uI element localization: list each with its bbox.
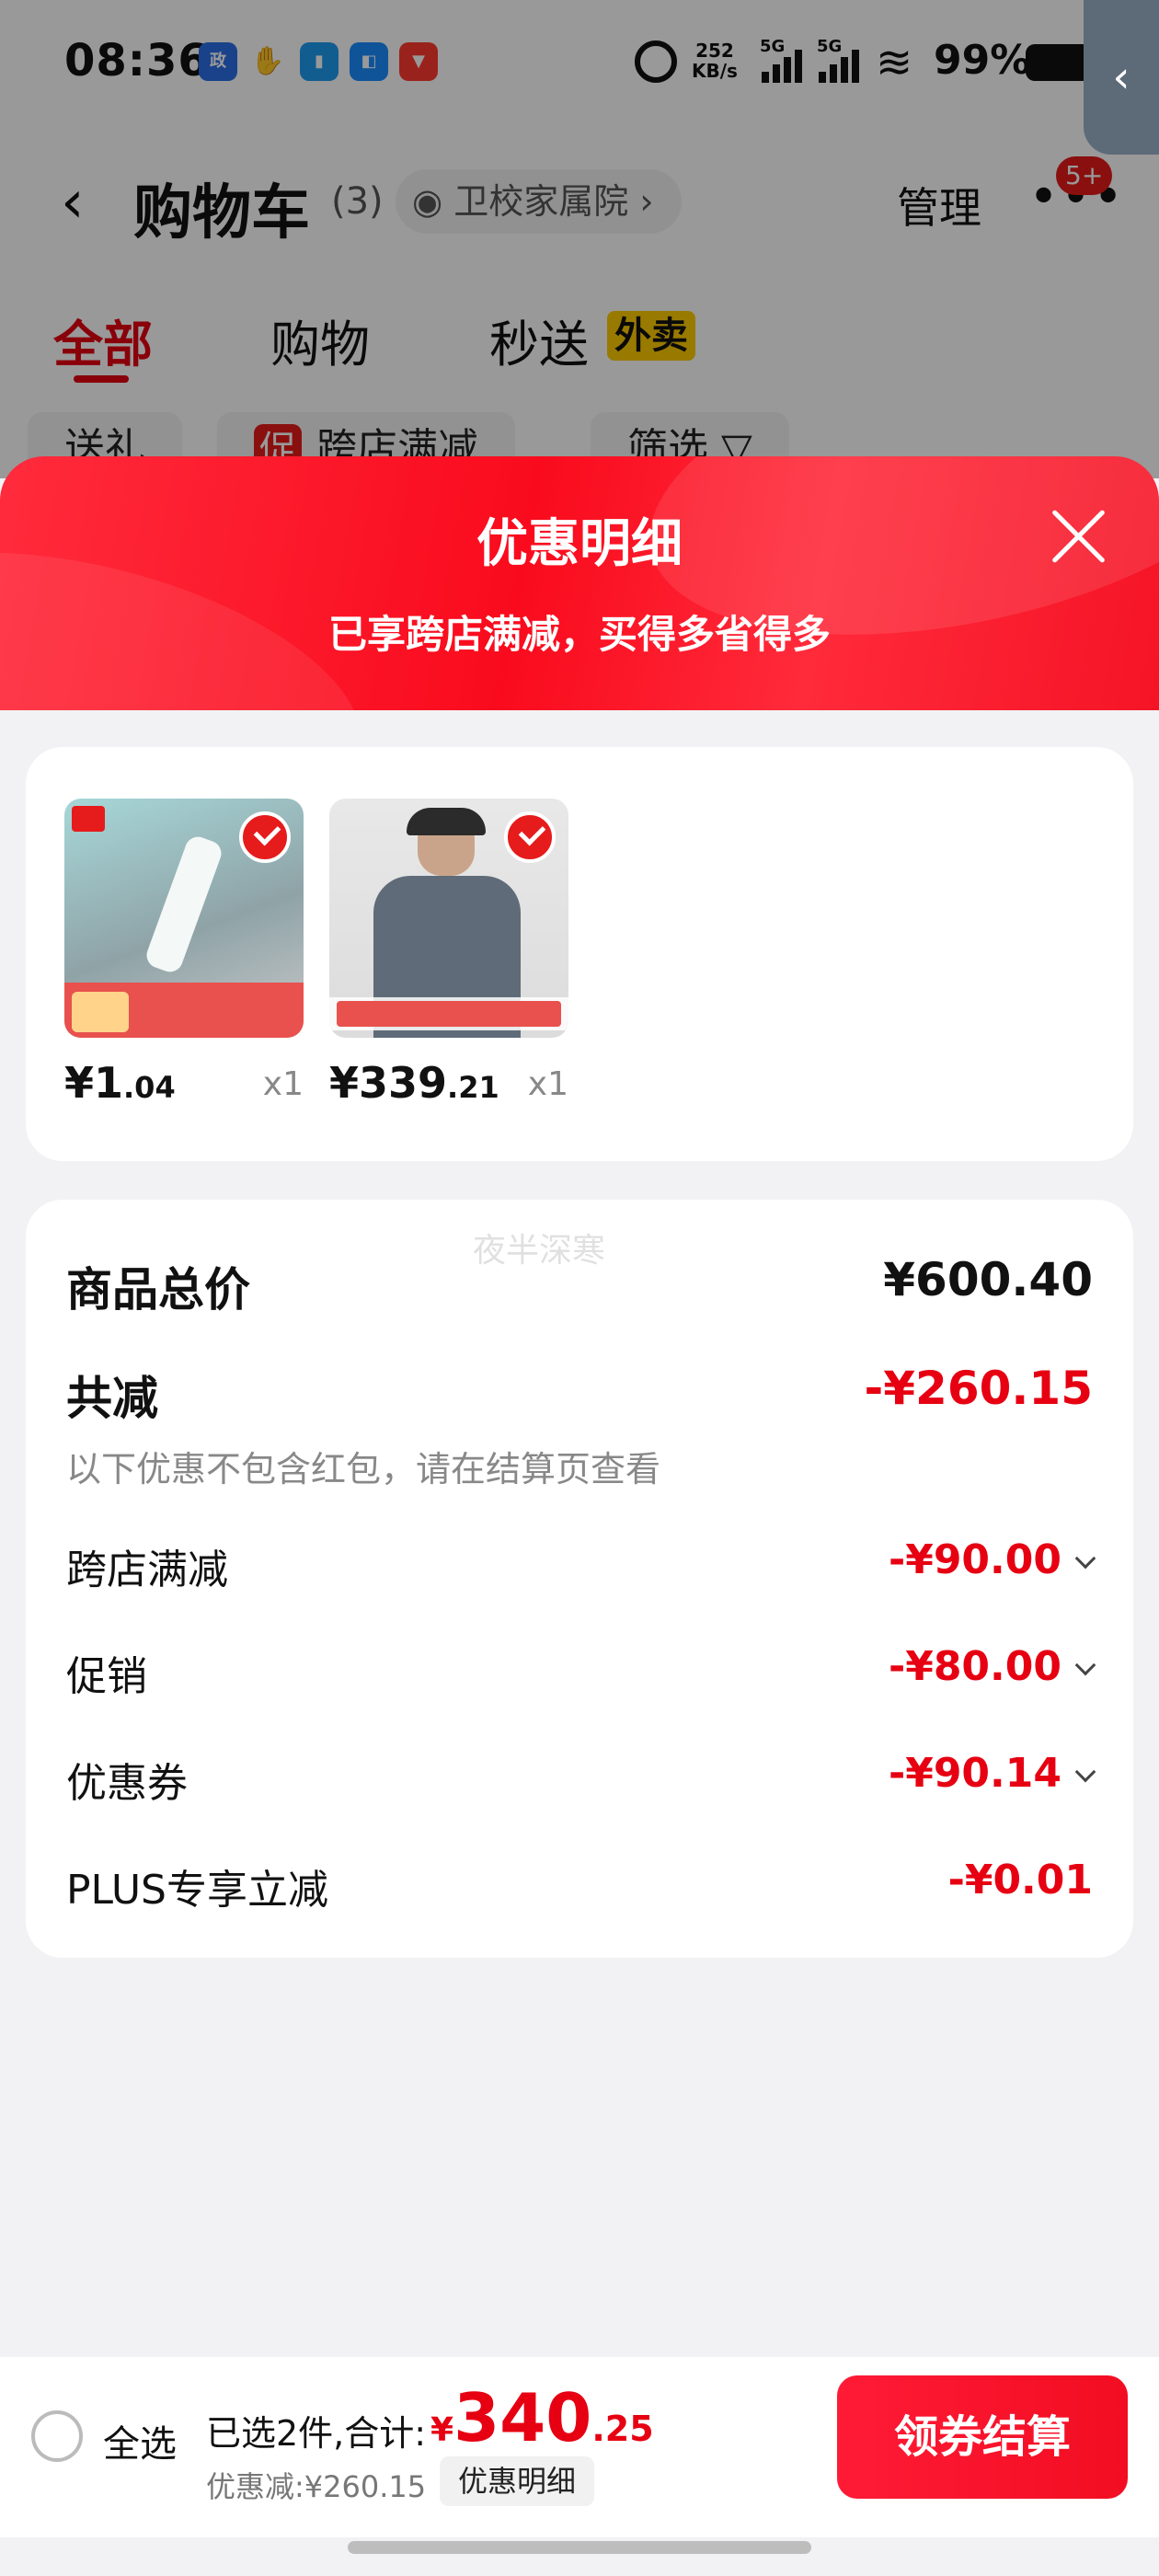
total-price: ¥340.25 (430, 2379, 654, 2456)
sheet-title: 优惠明细 (476, 514, 683, 574)
sheet-subtitle: 已享跨店满减，买得多省得多 (327, 612, 831, 657)
side-collapse-icon[interactable]: ‹ (1084, 0, 1159, 155)
checkbox-checked-icon[interactable] (504, 811, 556, 863)
total-reduction-value: -¥260.15 (864, 1362, 1094, 1415)
discount-label: PLUS专享立减 (66, 1867, 328, 1914)
product-price: ¥1.04 (64, 1058, 176, 1108)
discount-value: -¥80.00 (889, 1643, 1096, 1690)
chevron-down-icon[interactable] (1074, 1654, 1096, 1676)
overlay-scrim[interactable] (0, 0, 1159, 478)
price-summary-card: 商品总价 ¥600.40 共减 -¥260.15 以下优惠不包含红包，请在结算页… (26, 1200, 1133, 1958)
goods-total-value: ¥600.40 (883, 1253, 1093, 1306)
product-price: ¥339.21 (329, 1058, 499, 1108)
discount-value: -¥0.01 (947, 1857, 1093, 1903)
discount-row-plus: PLUS专享立减 -¥0.01 (66, 1857, 1093, 1914)
discount-row-promotion[interactable]: 促销 -¥80.00 (66, 1643, 1096, 1700)
watermark-text: 夜半深寒 (473, 1232, 606, 1270)
chevron-down-icon[interactable] (1074, 1761, 1096, 1783)
home-indicator[interactable] (348, 2541, 811, 2554)
checkout-button[interactable]: 领券结算 (837, 2375, 1128, 2499)
product-quantity: x1 (527, 1065, 568, 1103)
total-reduction-label: 共减 (66, 1372, 158, 1425)
reduction-note-row: 以下优惠不包含红包，请在结算页查看 (66, 1441, 1093, 1489)
reduction-note: 以下优惠不包含红包，请在结算页查看 (66, 1449, 661, 1489)
chevron-down-icon[interactable] (1074, 1547, 1096, 1570)
selected-count-text: 已选2件,合计: (206, 2413, 427, 2454)
close-icon[interactable] (1049, 506, 1107, 565)
select-all-radio[interactable] (31, 2410, 83, 2462)
total-reduction-row: 共减 -¥260.15 (66, 1362, 1093, 1426)
saved-amount: 优惠减:¥260.15 (206, 2469, 427, 2504)
discount-sheet-header: 优惠明细 已享跨店满减，买得多省得多 (0, 456, 1159, 710)
discount-value: -¥90.14 (889, 1750, 1096, 1797)
discount-label: 跨店满减 (66, 1547, 228, 1593)
checkbox-checked-icon[interactable] (239, 811, 291, 863)
discount-label: 优惠券 (66, 1760, 188, 1807)
product-quantity: x1 (262, 1065, 304, 1103)
selected-products-card: ¥1.04 x1 ¥339.21 x1 (26, 747, 1133, 1161)
discount-label: 促销 (66, 1653, 147, 1700)
goods-total-label: 商品总价 (66, 1263, 250, 1317)
discount-row-cross-store[interactable]: 跨店满减 -¥90.00 (66, 1536, 1096, 1593)
discount-row-coupon[interactable]: 优惠券 -¥90.14 (66, 1750, 1096, 1807)
discount-detail-button[interactable]: 优惠明细 (440, 2456, 595, 2506)
discount-value: -¥90.00 (889, 1536, 1096, 1583)
select-all-label[interactable]: 全选 (103, 2414, 177, 2467)
checkout-bar: 全选 已选2件,合计: ¥340.25 优惠减:¥260.15 优惠明细 领券结… (0, 2357, 1159, 2537)
